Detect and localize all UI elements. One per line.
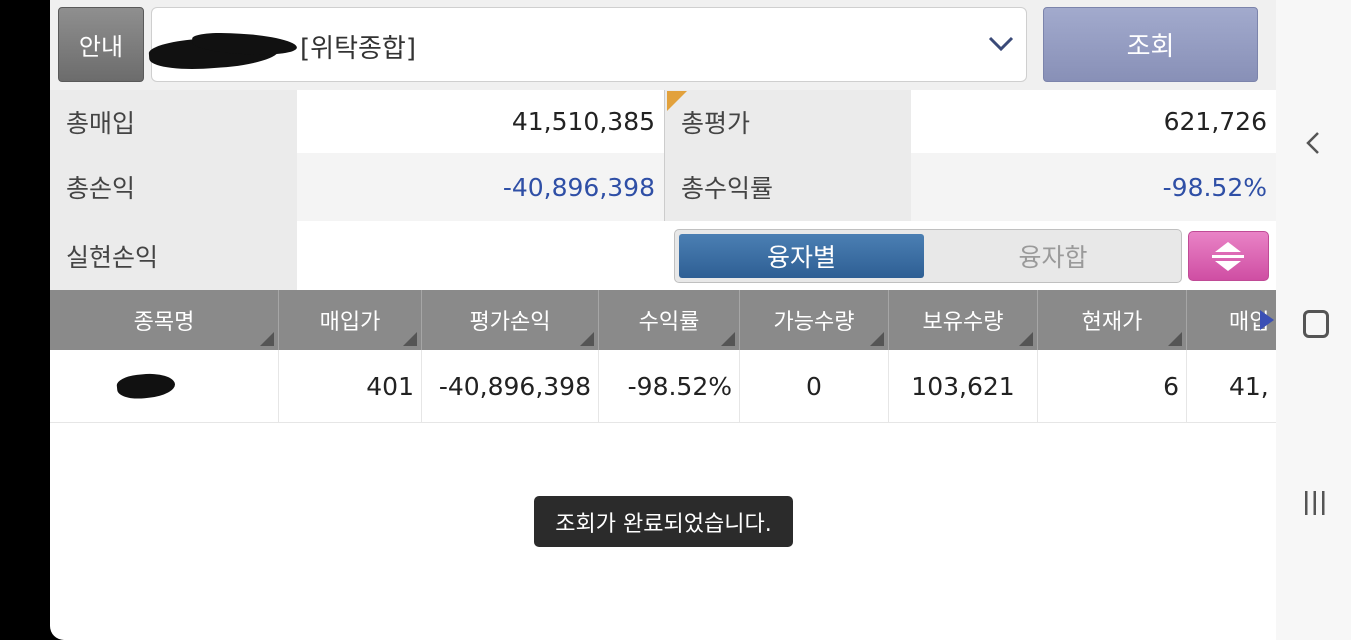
cell-eval-pnl: -40,896,398 xyxy=(422,350,599,422)
loan-sum-tab[interactable]: 융자합 xyxy=(928,234,1178,278)
column-header-label: 보유수량 xyxy=(922,310,1004,335)
column-header-eval-pnl[interactable]: 평가손익 xyxy=(422,290,599,350)
column-header-return-rate[interactable]: 수익률 xyxy=(599,290,740,350)
query-button[interactable]: 조회 xyxy=(1043,7,1258,82)
table-row[interactable]: 401 -40,896,398 -98.52% 0 103,621 6 41, xyxy=(50,350,1276,423)
cell-buy-amount: 41, xyxy=(1229,371,1269,401)
column-header-label: 수익률 xyxy=(638,310,700,335)
nav-recents-icon[interactable] xyxy=(1302,490,1328,516)
sort-corner-icon xyxy=(721,332,735,346)
account-select[interactable]: [위탁종합] xyxy=(148,7,1027,82)
total-pnl-label: 총손익 xyxy=(50,153,297,221)
realized-pnl-value xyxy=(297,221,664,290)
cell-available-qty: 0 xyxy=(740,350,889,422)
cell-current-price: 6 xyxy=(1038,350,1187,422)
account-label: [위탁종합] xyxy=(300,34,416,64)
column-header-label: 매입가 xyxy=(319,310,381,335)
redaction-mark xyxy=(115,371,177,401)
realized-pnl-label: 실현손익 xyxy=(50,221,297,290)
sort-corner-icon xyxy=(403,332,417,346)
total-purchase-value: 41,510,385 xyxy=(297,90,664,153)
total-purchase-label: 총매입 xyxy=(50,90,297,153)
nav-back-icon[interactable] xyxy=(1306,131,1320,155)
app-window: 안내 [위탁종합] 조회 총매입 41,510,385 총평가 621,726 … xyxy=(50,0,1276,640)
sort-corner-icon xyxy=(260,332,274,346)
total-return-value: -98.52% xyxy=(911,153,1276,221)
loan-toggle: 융자별 융자합 xyxy=(674,229,1182,283)
sort-corner-icon xyxy=(870,332,884,346)
info-button[interactable]: 안내 xyxy=(58,7,144,82)
column-header-label: 현재가 xyxy=(1081,310,1143,335)
cell-buy-price: 401 xyxy=(279,350,422,422)
column-header-current-price[interactable]: 현재가 xyxy=(1038,290,1187,350)
column-header-available-qty[interactable]: 가능수량 xyxy=(740,290,889,350)
cell-held-qty: 103,621 xyxy=(889,350,1038,422)
chevron-down-icon xyxy=(988,36,1014,52)
column-header-buy-price[interactable]: 매입가 xyxy=(279,290,422,350)
by-loan-tab[interactable]: 융자별 xyxy=(679,234,924,278)
table-header: 종목명 매입가 평가손익 수익률 가능수량 보유수량 현재가 매입 xyxy=(50,290,1276,350)
column-header-label: 가능수량 xyxy=(773,310,855,335)
cell-return-rate: -98.52% xyxy=(599,350,740,422)
top-bar: 안내 [위탁종합] 조회 xyxy=(50,0,1276,90)
corner-marker xyxy=(667,91,687,111)
column-header-held-qty[interactable]: 보유수량 xyxy=(889,290,1038,350)
column-header-label: 종목명 xyxy=(133,310,195,335)
system-nav-bar xyxy=(1276,0,1351,640)
column-header-label: 평가손익 xyxy=(469,310,551,335)
column-header-name[interactable]: 종목명 xyxy=(50,290,279,350)
sort-updown-icon xyxy=(1212,242,1244,271)
scroll-right-arrow-icon[interactable] xyxy=(1260,310,1274,330)
total-return-label: 총수익률 xyxy=(664,153,911,221)
total-eval-label: 총평가 xyxy=(664,90,911,153)
total-eval-value: 621,726 xyxy=(911,90,1276,153)
total-pnl-value: -40,896,398 xyxy=(297,153,664,221)
sort-corner-icon xyxy=(1168,332,1182,346)
toast-message: 조회가 완료되었습니다. xyxy=(534,496,793,547)
nav-home-icon[interactable] xyxy=(1303,310,1329,338)
sort-corner-icon xyxy=(580,332,594,346)
sort-corner-icon xyxy=(1019,332,1033,346)
cell-stock-name xyxy=(50,350,279,422)
sort-toggle-button[interactable] xyxy=(1188,231,1269,281)
